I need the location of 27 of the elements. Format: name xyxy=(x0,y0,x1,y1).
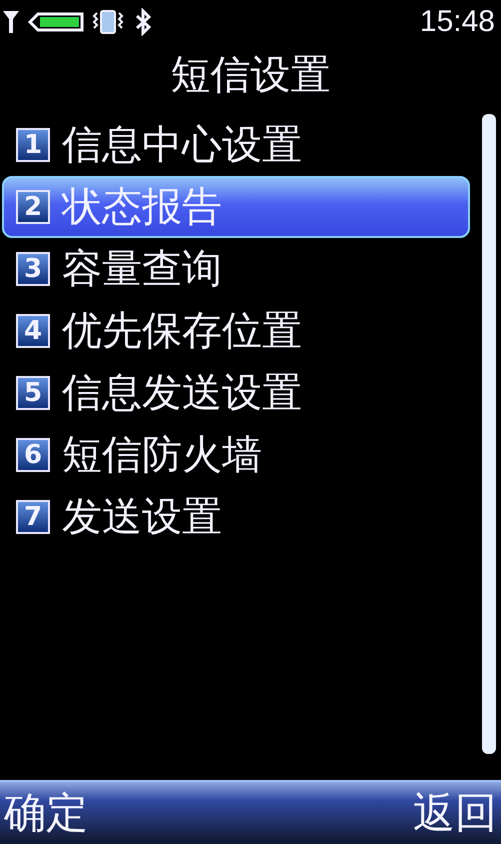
menu-item-label: 优先保存位置 xyxy=(62,311,302,351)
menu-item[interactable]: 5 信息发送设置 xyxy=(2,362,474,424)
vibrate-icon xyxy=(92,8,124,36)
menu-item[interactable]: 1 信息中心设置 xyxy=(2,114,474,176)
screen-title: 短信设置 xyxy=(170,51,332,100)
menu-item-label: 信息中心设置 xyxy=(62,125,302,165)
number-badge: 3 xyxy=(16,252,50,286)
number-badge: 2 xyxy=(16,190,50,224)
number-badge: 7 xyxy=(16,500,50,534)
clock-time: 15:48 xyxy=(420,5,495,39)
menu-item-label: 发送设置 xyxy=(62,497,222,537)
menu-item[interactable]: 3 容量查询 xyxy=(2,238,474,300)
signal-antenna-icon xyxy=(2,9,20,35)
back-softkey[interactable]: 返回 xyxy=(409,785,501,841)
menu-item-label: 状态报告 xyxy=(62,187,222,227)
menu-item-label: 容量查询 xyxy=(62,249,222,289)
menu-item-label: 信息发送设置 xyxy=(62,373,302,413)
number-badge: 1 xyxy=(16,128,50,162)
menu-item[interactable]: 6 短信防火墙 xyxy=(2,424,474,486)
number-badge: 4 xyxy=(16,314,50,348)
menu-item[interactable]: 7 发送设置 xyxy=(2,486,474,548)
confirm-softkey[interactable]: 确定 xyxy=(0,785,92,841)
menu-item[interactable]: 4 优先保存位置 xyxy=(2,300,474,362)
menu-item[interactable]: 2 状态报告 xyxy=(2,176,470,238)
number-badge: 6 xyxy=(16,438,50,472)
menu-item-label: 短信防火墙 xyxy=(62,435,262,475)
number-badge: 5 xyxy=(16,376,50,410)
